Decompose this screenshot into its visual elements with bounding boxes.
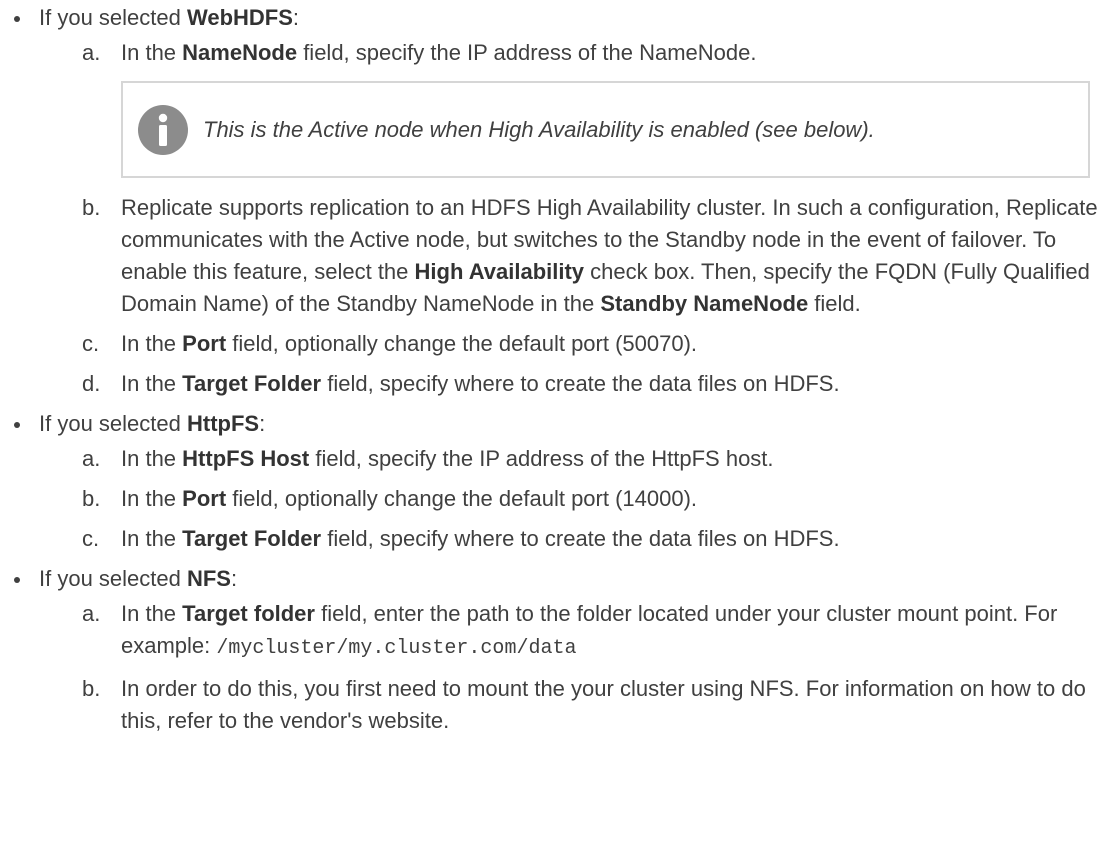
bullet-heading-prefix: If you selected: [39, 566, 187, 591]
list-item: c. In the Target Folder field, specify w…: [0, 523, 1098, 555]
step-marker: a.: [82, 446, 101, 471]
bullet-heading-prefix: If you selected: [39, 5, 187, 30]
steps-httpfs: a. In the HttpFS Host field, specify the…: [0, 443, 1098, 555]
step-text: In the HttpFS Host field, specify the IP…: [121, 446, 774, 471]
step-text: In the Port field, optionally change the…: [121, 486, 698, 511]
list-item: d. In the Target Folder field, specify w…: [0, 368, 1098, 400]
step-text: In the Port field, optionally change the…: [121, 331, 698, 356]
step-marker: b.: [82, 676, 101, 701]
bullet-nfs: If you selected NFS:: [0, 563, 1098, 595]
bullet-webhdfs: If you selected WebHDFS:: [0, 2, 1098, 34]
list-item: a. In the Target folder field, enter the…: [0, 598, 1098, 665]
step-marker: c.: [82, 331, 100, 356]
step-text: In the Target Folder field, specify wher…: [121, 526, 840, 551]
bullet-heading-option: HttpFS: [186, 411, 260, 436]
bullet-heading-option: WebHDFS: [186, 5, 293, 30]
step-text: In order to do this, you first need to m…: [121, 676, 1086, 733]
list-item: a. In the HttpFS Host field, specify the…: [0, 443, 1098, 475]
steps-nfs: a. In the Target folder field, enter the…: [0, 598, 1098, 737]
step-marker: d.: [82, 371, 101, 396]
step-text: In the Target folder field, enter the pa…: [121, 601, 1058, 660]
bullet-heading-prefix: If you selected: [39, 411, 187, 436]
step-marker: a.: [82, 601, 101, 626]
step-marker: a.: [82, 40, 101, 65]
bullet-dot: [14, 16, 20, 22]
list-item: c. In the Port field, optionally change …: [0, 328, 1098, 360]
step-marker: b.: [82, 195, 101, 220]
list-item: b. Replicate supports replication to an …: [0, 192, 1098, 320]
info-note: This is the Active node when High Availa…: [121, 81, 1090, 178]
info-icon: [138, 104, 188, 155]
list-item: b. In order to do this, you first need t…: [0, 673, 1098, 737]
bullet-httpfs: If you selected HttpFS:: [0, 408, 1098, 440]
step-text: In the Target Folder field, specify wher…: [121, 371, 840, 396]
step-text: Replicate supports replication to an HDF…: [121, 195, 1098, 316]
steps-webhdfs-continued: b. Replicate supports replication to an …: [0, 192, 1098, 400]
step-marker: c.: [82, 526, 100, 551]
list-item: b. In the Port field, optionally change …: [0, 483, 1098, 515]
note-text: This is the Active node when High Availa…: [203, 116, 875, 142]
bullet-heading-option: NFS: [186, 566, 231, 591]
list-item: a. In the NameNode field, specify the IP…: [0, 37, 1098, 69]
bullet-heading: If you selected WebHDFS:: [39, 2, 1098, 34]
bullet-heading: If you selected HttpFS:: [39, 408, 1098, 440]
step-marker: b.: [82, 486, 101, 511]
bullet-heading-suffix: :: [230, 566, 238, 591]
bullet-dot: [14, 422, 20, 428]
steps-webhdfs: a. In the NameNode field, specify the IP…: [0, 37, 1098, 69]
bullet-heading: If you selected NFS:: [39, 563, 1098, 595]
bullet-dot: [14, 577, 20, 583]
step-text: In the NameNode field, specify the IP ad…: [121, 40, 757, 65]
bullet-heading-suffix: :: [292, 5, 300, 30]
document-body: If you selected WebHDFS: a. In the NameN…: [0, 0, 1098, 737]
bullet-heading-suffix: :: [259, 411, 266, 436]
